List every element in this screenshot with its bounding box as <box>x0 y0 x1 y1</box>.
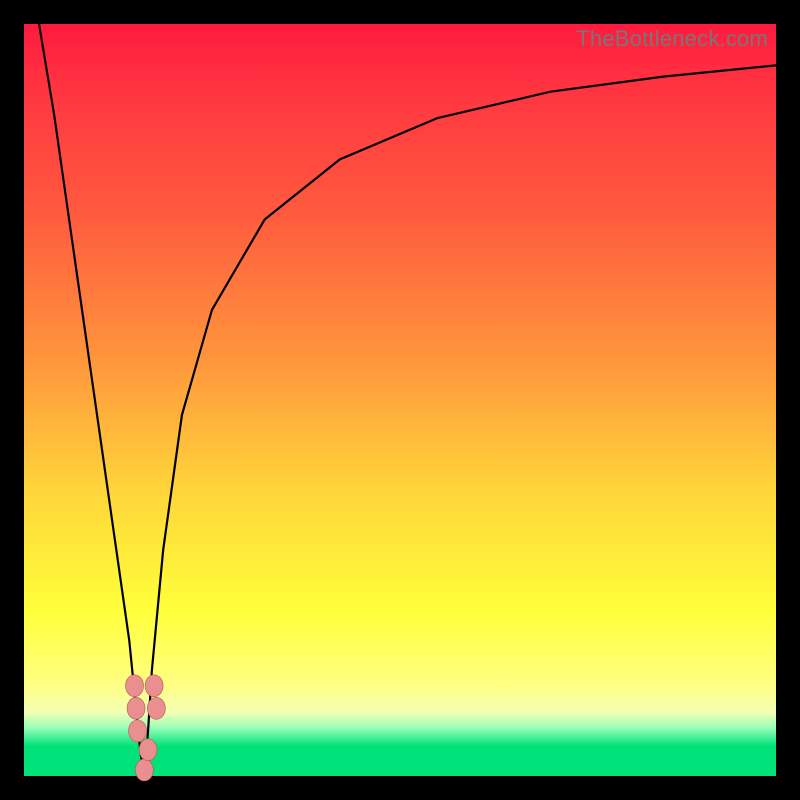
data-point <box>139 739 157 761</box>
data-point <box>145 675 163 697</box>
data-point <box>126 675 144 697</box>
curve-right-branch <box>144 65 776 776</box>
curve-left-branch <box>39 24 144 776</box>
data-point <box>129 720 147 742</box>
data-point <box>127 697 145 719</box>
data-point <box>147 697 165 719</box>
chart-svg <box>24 24 776 776</box>
plot-area: TheBottleneck.com <box>24 24 776 776</box>
data-points-group <box>126 675 166 781</box>
data-point <box>135 759 153 781</box>
chart-frame: TheBottleneck.com <box>0 0 800 800</box>
